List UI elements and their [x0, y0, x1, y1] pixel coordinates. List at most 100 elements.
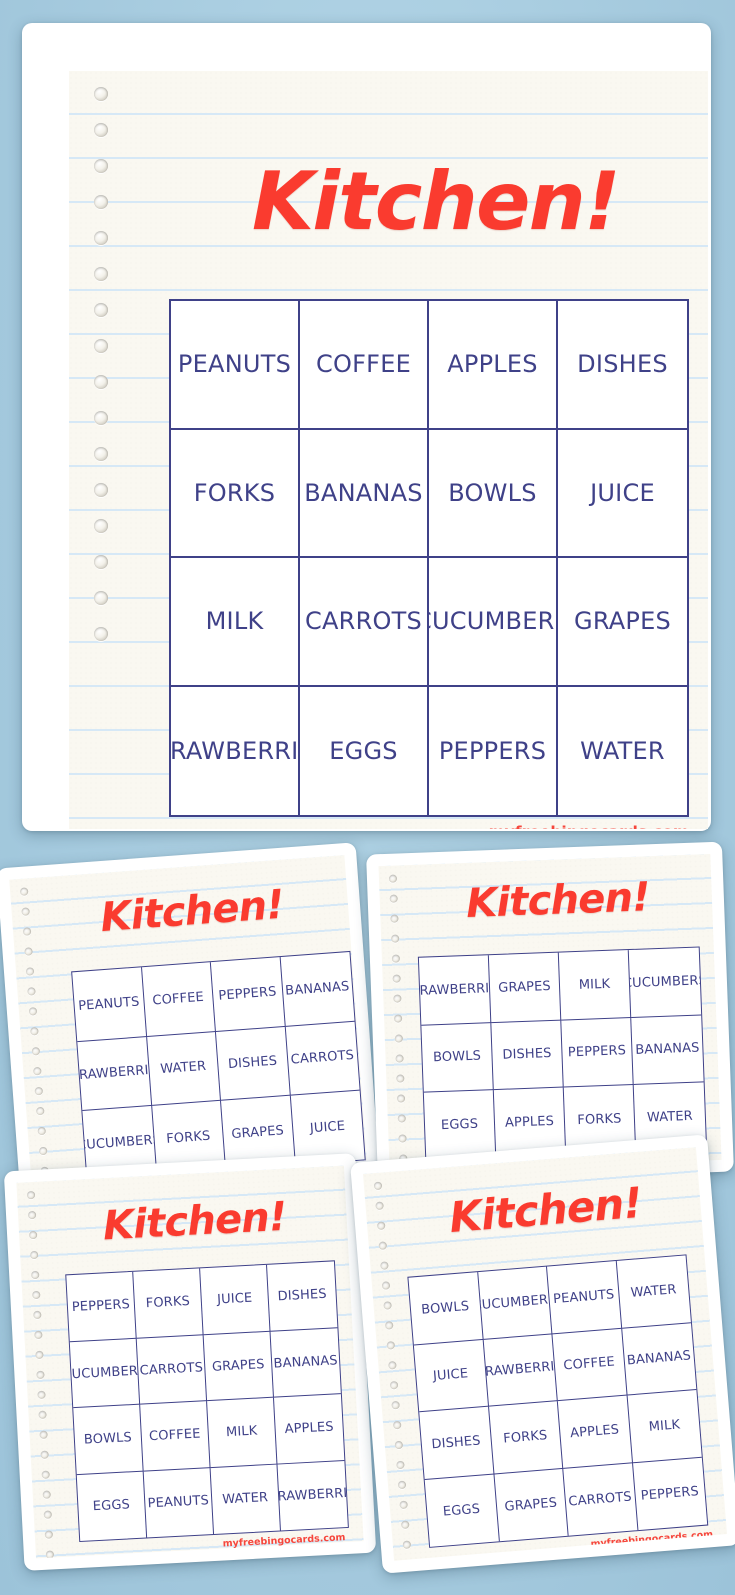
bingo-cell[interactable]: WATER	[558, 687, 687, 816]
bingo-cell[interactable]: COFFEE	[300, 301, 429, 430]
bingo-cell[interactable]: STRAWBERRIES	[483, 1333, 558, 1407]
bingo-cell[interactable]: DISHES	[215, 1026, 291, 1101]
bingo-cell[interactable]: MILK	[558, 950, 632, 1021]
bingo-card-thumbnail-1[interactable]: Kitchen! PEANUTS COFFEE PEPPERS BANANAS STRA…	[0, 842, 380, 1198]
punch-hole	[94, 303, 108, 317]
punch-hole	[94, 87, 108, 101]
bingo-cell[interactable]: EGGS	[300, 686, 429, 815]
punch-hole	[30, 1026, 39, 1036]
bingo-cell[interactable]: DISHES	[419, 1406, 494, 1480]
bingo-cell[interactable]: PEPPERS	[210, 957, 286, 1032]
punch-hole	[31, 1046, 41, 1056]
bingo-cell[interactable]: BANANAS	[300, 429, 429, 558]
punch-hole	[397, 1114, 406, 1123]
bingo-cell[interactable]: CARROTS	[136, 1334, 208, 1405]
bingo-cell[interactable]: MILK	[171, 558, 300, 687]
bingo-cell[interactable]: GRAPES	[488, 952, 562, 1023]
bingo-cell[interactable]: COFFEE	[552, 1328, 628, 1402]
bingo-card-thumbnail-4[interactable]: Kitchen! BOWLS CUCUMBERS PEANUTS WATER JUICE…	[350, 1134, 735, 1574]
bingo-cell[interactable]: JUICE	[200, 1264, 271, 1335]
bingo-cell[interactable]: PEANUTS	[171, 301, 300, 430]
bingo-cell[interactable]: WATER	[616, 1255, 691, 1329]
bingo-cell[interactable]: JUICE	[413, 1339, 489, 1413]
punch-hole	[39, 1430, 48, 1439]
bingo-cell[interactable]: CARROTS	[285, 1021, 360, 1096]
bingo-cell[interactable]: FORKS	[171, 429, 300, 558]
bingo-cell[interactable]: COFFEE	[141, 962, 216, 1037]
bingo-cell[interactable]: DISHES	[491, 1020, 564, 1091]
card-title: Kitchen!	[465, 874, 651, 927]
bingo-cell[interactable]: GRAPES	[558, 558, 687, 687]
punch-hole	[40, 1450, 49, 1459]
bingo-cell[interactable]: WATER	[146, 1031, 222, 1106]
bingo-cell[interactable]: BANANAS	[280, 951, 355, 1027]
bingo-card-main[interactable]: Kitchen! PEANUTS COFFEE APPLES DISHES FORKS B…	[22, 23, 711, 831]
bingo-cell[interactable]: DISHES	[558, 301, 687, 430]
bingo-cell[interactable]: PEANUTS	[546, 1260, 622, 1334]
bingo-cell[interactable]: EGGS	[423, 1090, 497, 1161]
punch-hole	[94, 591, 108, 605]
bingo-cell[interactable]: PEANUTS	[143, 1467, 215, 1538]
bingo-cell[interactable]: STRAWBERRIES	[418, 955, 492, 1026]
punch-hole	[24, 947, 33, 956]
bingo-cell[interactable]: CUCUMBERS	[477, 1266, 553, 1340]
punch-hole	[94, 627, 108, 641]
bingo-cell[interactable]: CARROTS	[300, 558, 429, 687]
punch-hole	[38, 1410, 47, 1419]
punch-hole	[391, 1400, 400, 1410]
punch-hole	[25, 967, 35, 976]
punch-hole	[35, 1106, 45, 1116]
bingo-cell[interactable]: GRAPES	[493, 1468, 569, 1542]
bingo-cell[interactable]: BOWLS	[73, 1404, 144, 1475]
bingo-cell[interactable]: MILK	[207, 1397, 278, 1468]
punch-hole	[393, 1014, 403, 1023]
bingo-cell[interactable]: CUCUMBERS	[69, 1338, 141, 1409]
punch-hole	[38, 1146, 48, 1156]
bingo-cell[interactable]: BOWLS	[429, 429, 558, 558]
bingo-cell[interactable]: BOWLS	[408, 1272, 484, 1345]
bingo-cell[interactable]: PEPPERS	[633, 1457, 708, 1530]
punch-hole	[386, 1341, 396, 1350]
bingo-cell[interactable]: WATER	[210, 1464, 281, 1534]
bingo-cell[interactable]: BANANAS	[621, 1322, 697, 1396]
bingo-cell[interactable]: CARROTS	[563, 1462, 638, 1536]
bingo-cell[interactable]: PEPPERS	[66, 1271, 137, 1342]
bingo-cell[interactable]: CUCUMBERS	[628, 947, 702, 1018]
bingo-card-thumbnail-2[interactable]: Kitchen! STRAWBERRIES GRAPES MILK CUCUMBERS…	[366, 841, 734, 1185]
bingo-grid[interactable]: PEPPERS FORKS JUICE DISHES CUCUMBERS CARROTS G…	[65, 1260, 349, 1543]
bingo-cell[interactable]: EGGS	[76, 1471, 148, 1541]
bingo-cell[interactable]: GRAPES	[203, 1331, 274, 1402]
punch-hole	[26, 1190, 36, 1200]
bingo-cell[interactable]: STRAWBERRIES	[171, 686, 300, 815]
bingo-cell[interactable]: COFFEE	[140, 1401, 211, 1472]
punch-hole	[43, 1510, 52, 1519]
bingo-cell[interactable]: MILK	[627, 1389, 702, 1463]
bingo-cell[interactable]: BANANAS	[631, 1014, 704, 1085]
bingo-card-thumbnail-3[interactable]: Kitchen! PEPPERS FORKS JUICE DISHES CUCUMBER…	[3, 1153, 377, 1571]
bingo-grid[interactable]: BOWLS CUCUMBERS PEANUTS WATER JUICE STRAWBERR…	[407, 1254, 709, 1548]
bingo-cell[interactable]: JUICE	[558, 430, 687, 558]
bingo-cell[interactable]: FORKS	[133, 1268, 204, 1339]
bingo-cell[interactable]: EGGS	[424, 1473, 500, 1547]
bingo-cell[interactable]: APPLES	[429, 301, 558, 430]
notebook-sheet: Kitchen! PEPPERS FORKS JUICE DISHES CUCUMBER…	[16, 1165, 364, 1559]
bingo-cell[interactable]: DISHES	[267, 1261, 338, 1332]
bingo-cell[interactable]: STRAWBERRIES	[77, 1036, 152, 1111]
punch-hole	[32, 1290, 41, 1300]
bingo-grid[interactable]: PEANUTS COFFEE APPLES DISHES FORKS BANANAS BOW…	[169, 299, 689, 817]
punch-hole	[94, 267, 108, 281]
bingo-cell[interactable]: APPLES	[273, 1394, 345, 1465]
bingo-cell[interactable]: BOWLS	[421, 1022, 494, 1093]
bingo-cell[interactable]: FORKS	[488, 1401, 564, 1474]
bingo-grid[interactable]: PEANUTS COFFEE PEPPERS BANANAS STRAWBERRIES W…	[71, 950, 367, 1185]
bingo-cell[interactable]: BANANAS	[270, 1327, 341, 1398]
bingo-cell[interactable]: CUCUMBERS	[429, 558, 558, 687]
bingo-cell[interactable]: PEANUTS	[72, 967, 147, 1042]
bingo-cell[interactable]: PEPPERS	[429, 686, 558, 815]
punch-hole	[31, 1270, 40, 1280]
punch-hole-column	[86, 71, 116, 829]
bingo-cell[interactable]: STRAWBERRIES	[277, 1461, 347, 1531]
bingo-cell[interactable]: APPLES	[557, 1395, 633, 1469]
punch-hole	[94, 339, 108, 353]
bingo-cell[interactable]: PEPPERS	[561, 1017, 634, 1088]
